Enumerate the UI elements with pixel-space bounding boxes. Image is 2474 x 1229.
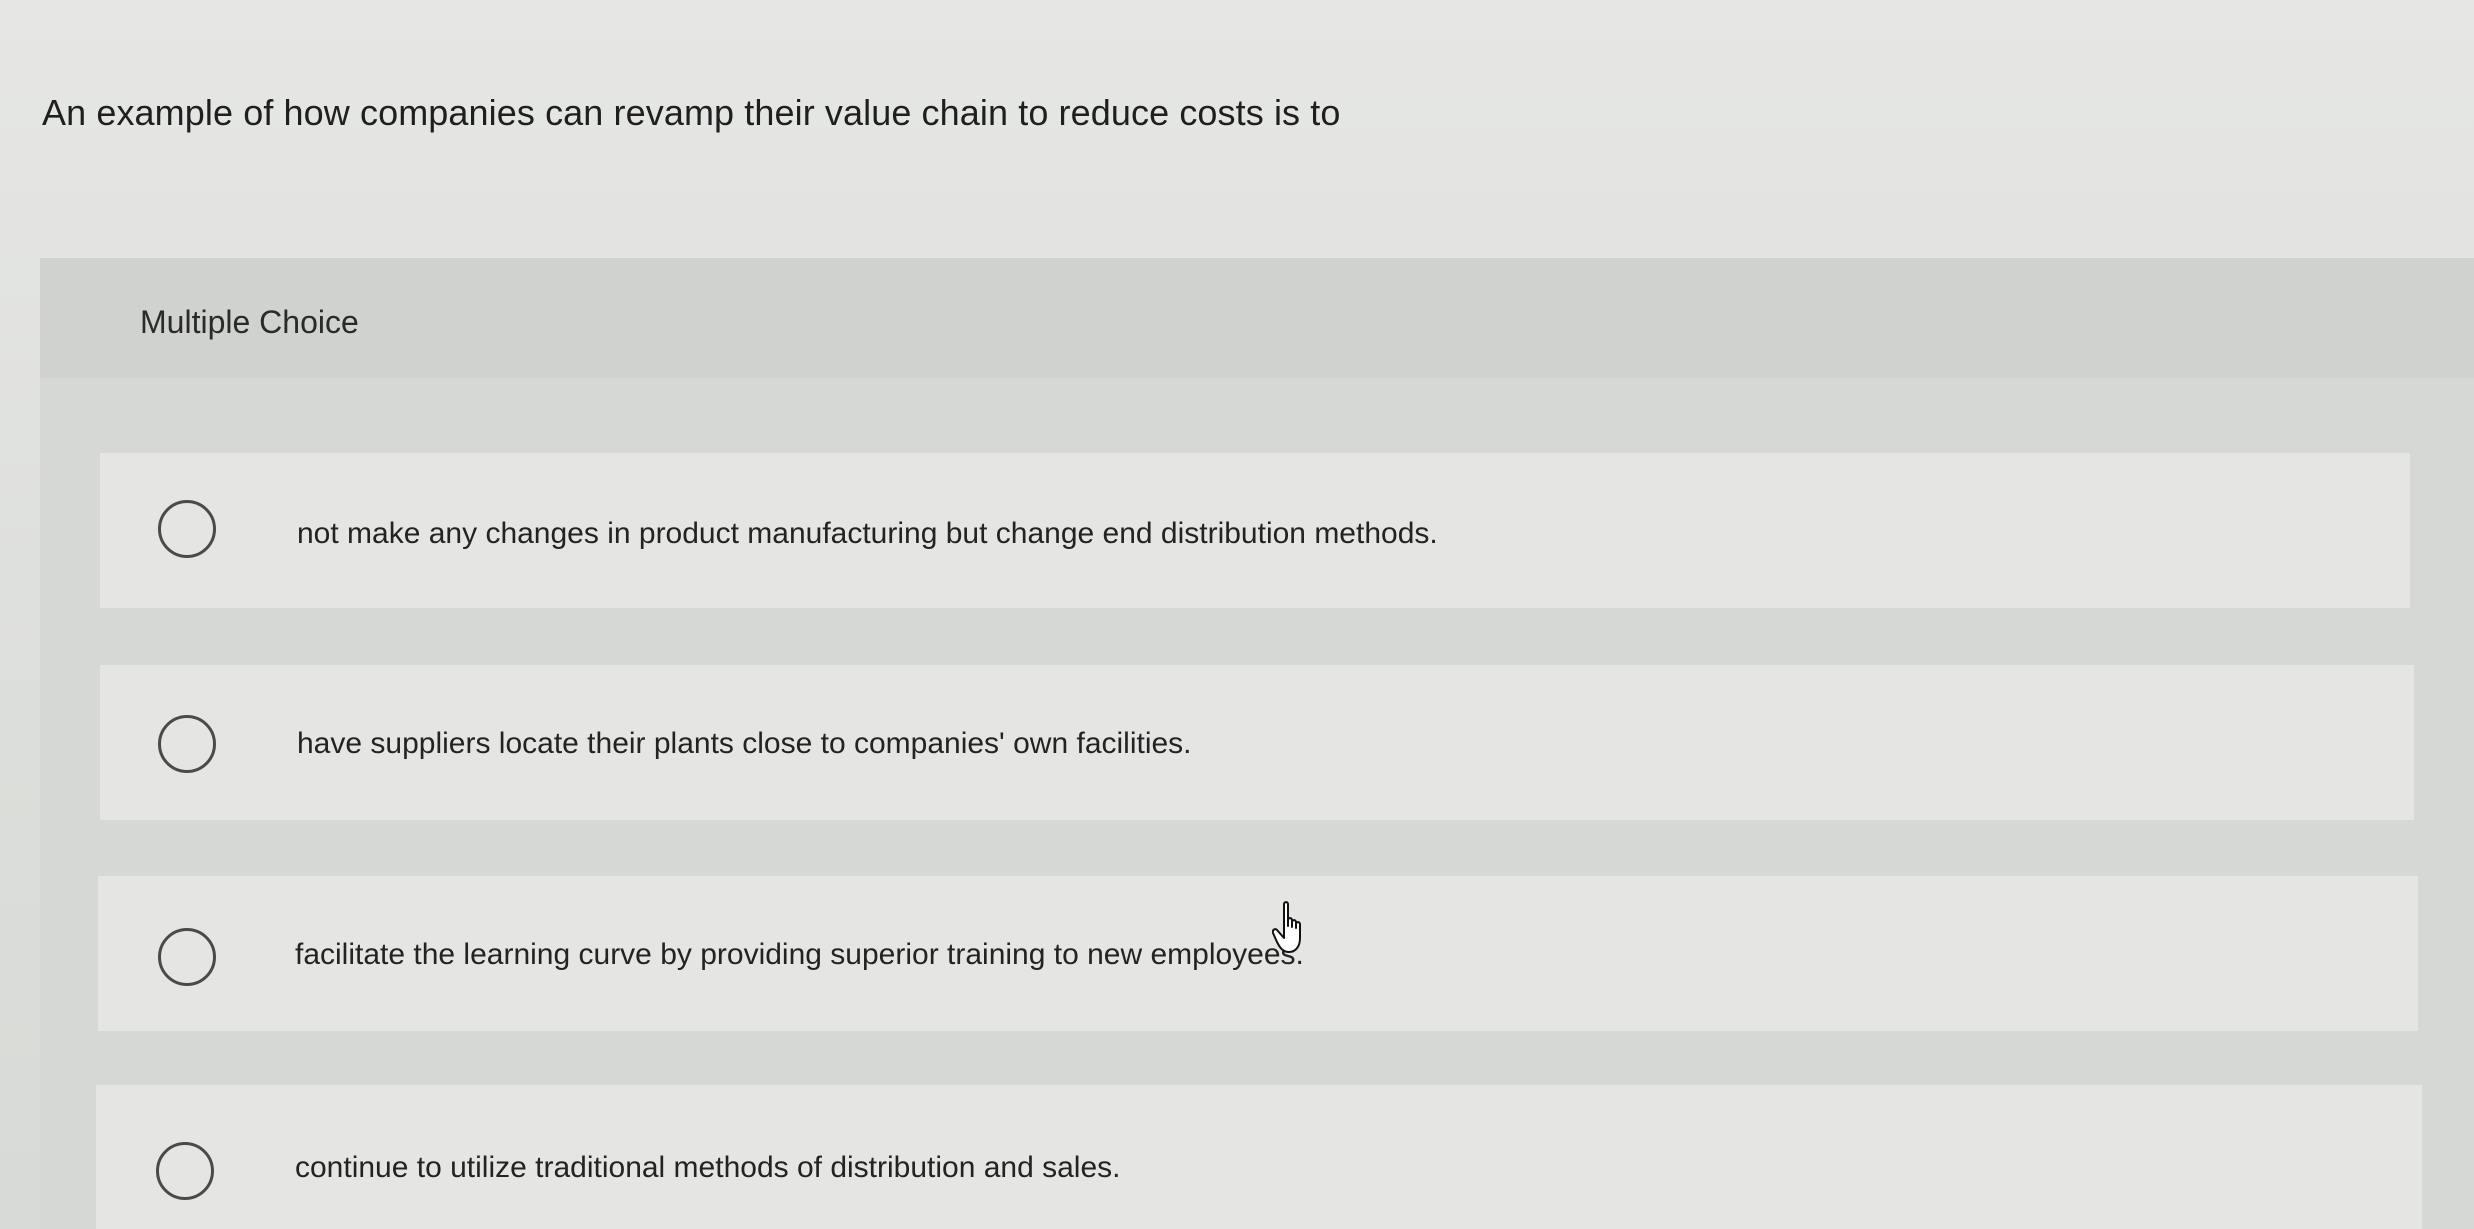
radio-icon[interactable] [158, 715, 216, 773]
radio-icon[interactable] [158, 500, 216, 558]
multiple-choice-header: Multiple Choice [40, 258, 2474, 378]
answer-option-label[interactable]: continue to utilize traditional methods … [295, 1151, 1120, 1185]
answer-option-4[interactable]: continue to utilize traditional methods … [96, 1085, 2422, 1229]
answer-option-label[interactable]: not make any changes in product manufact… [297, 517, 1438, 551]
answer-option-1[interactable]: not make any changes in product manufact… [100, 453, 2410, 608]
answer-option-2[interactable]: have suppliers locate their plants close… [100, 665, 2414, 820]
question-text: An example of how companies can revamp t… [42, 92, 1341, 133]
hand-pointer-cursor-icon [1272, 901, 1301, 953]
radio-icon[interactable] [158, 928, 216, 986]
answer-option-3[interactable]: facilitate the learning curve by providi… [98, 876, 2418, 1031]
answer-option-label[interactable]: facilitate the learning curve by providi… [295, 938, 1304, 972]
answer-option-label[interactable]: have suppliers locate their plants close… [297, 727, 1192, 761]
radio-icon[interactable] [156, 1142, 214, 1200]
multiple-choice-label: Multiple Choice [140, 304, 359, 340]
